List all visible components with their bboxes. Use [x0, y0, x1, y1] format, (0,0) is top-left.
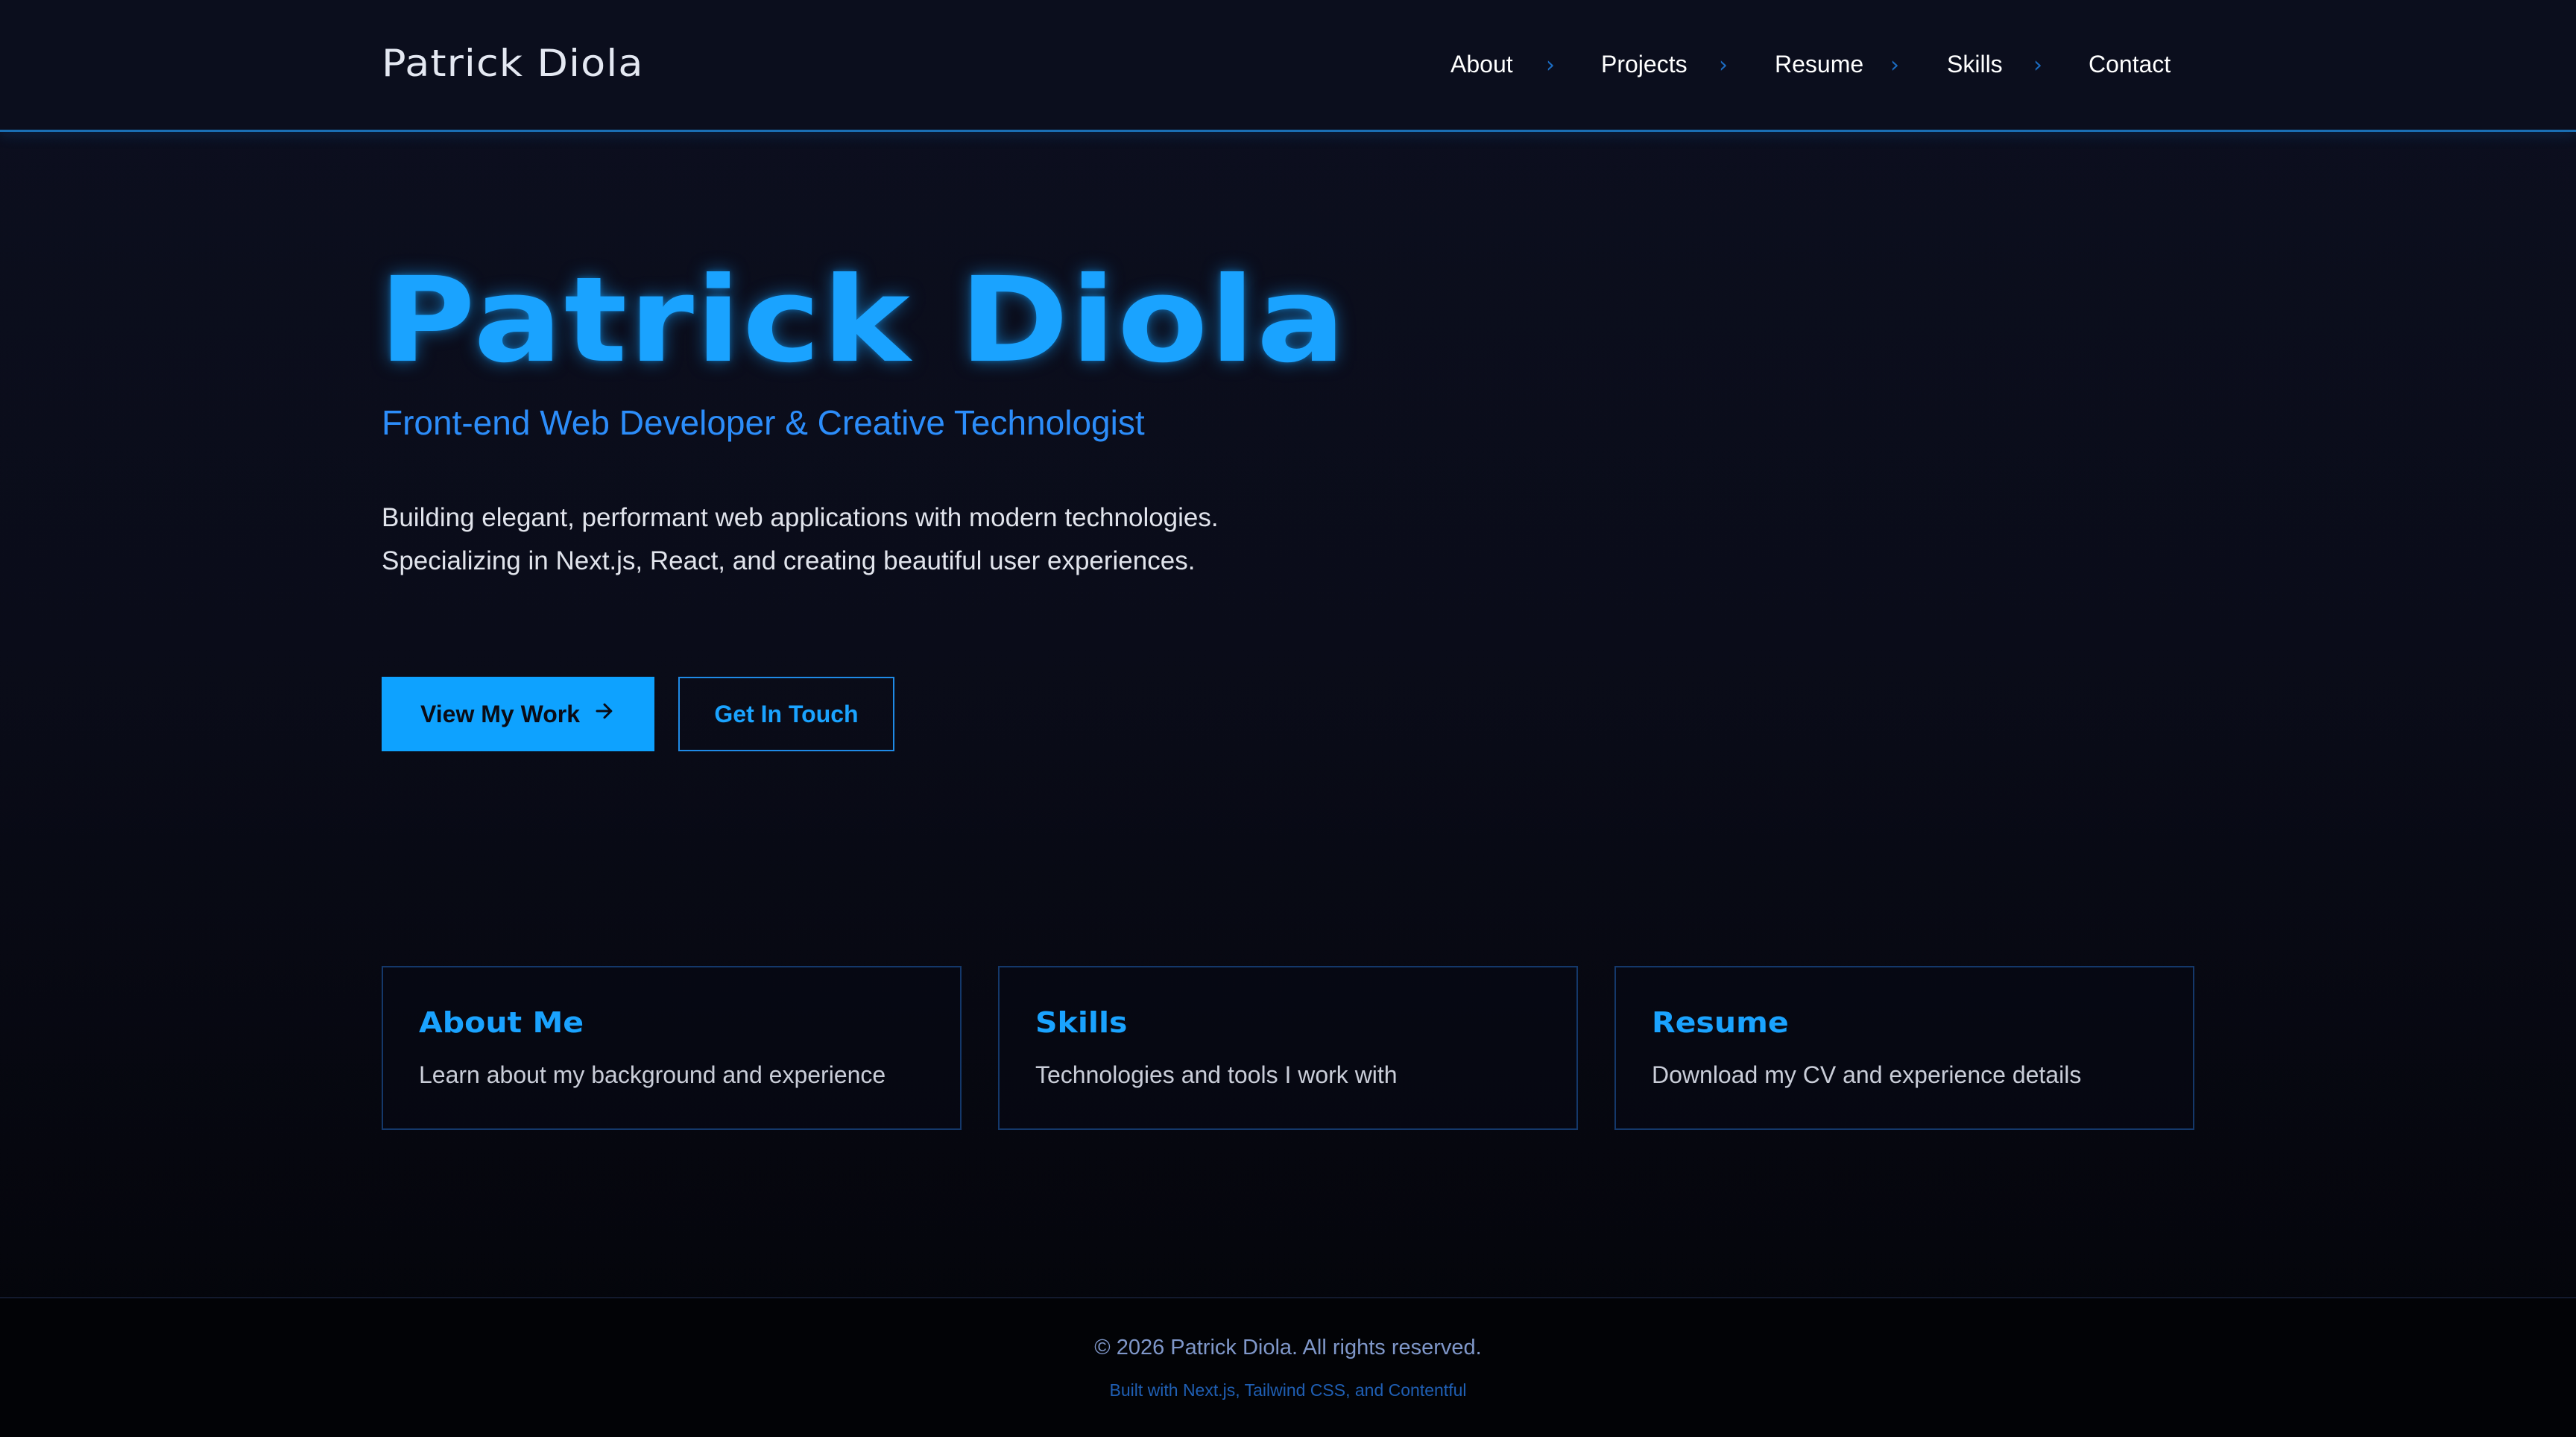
card-description: Learn about my background and experience — [419, 1061, 886, 1088]
card-skills[interactable]: Skills Technologies and tools I work wit… — [998, 966, 1578, 1130]
get-in-touch-label: Get In Touch — [714, 700, 859, 727]
chevron-right-icon: › — [1546, 52, 1555, 78]
card-title: Resume — [1652, 1006, 1789, 1039]
hero-title: Patrick Diola — [379, 252, 1348, 389]
get-in-touch-button[interactable]: Get In Touch — [678, 677, 894, 751]
card-description: Technologies and tools I work with — [1035, 1061, 1398, 1088]
site-header: Patrick Diola About › Projects › Resume … — [0, 0, 2576, 132]
view-my-work-button[interactable]: View My Work — [382, 677, 654, 751]
nav-resume[interactable]: Resume — [1775, 51, 1863, 78]
hero-description: Building elegant, performant web applica… — [382, 496, 1351, 583]
card-about-me[interactable]: About Me Learn about my background and e… — [382, 966, 962, 1130]
card-description: Download my CV and experience details — [1652, 1061, 2082, 1088]
chevron-right-icon: › — [1719, 52, 1728, 78]
site-footer: © 2026 Patrick Diola. All rights reserve… — [0, 1297, 2576, 1437]
footer-built-with: Built with Next.js, Tailwind CSS, and Co… — [1109, 1380, 1467, 1400]
main-nav: About › Projects › Resume › Skills › Con… — [0, 0, 2576, 130]
chevron-right-icon: › — [2033, 52, 2042, 78]
nav-skills[interactable]: Skills — [1947, 51, 2003, 78]
chevron-right-icon: › — [1890, 52, 1899, 78]
hero-description-line: Building elegant, performant web applica… — [382, 503, 1219, 532]
hero-description-line: Specializing in Next.js, React, and crea… — [382, 546, 1196, 575]
nav-contact[interactable]: Contact — [2089, 51, 2171, 78]
view-my-work-label: View My Work — [420, 700, 580, 727]
nav-about[interactable]: About — [1450, 51, 1513, 78]
card-title: About Me — [419, 1006, 584, 1039]
hero-subtitle: Front-end Web Developer & Creative Techn… — [382, 403, 1145, 442]
card-resume[interactable]: Resume Download my CV and experience det… — [1614, 966, 2194, 1130]
nav-projects[interactable]: Projects — [1601, 51, 1688, 78]
footer-copyright: © 2026 Patrick Diola. All rights reserve… — [1094, 1336, 1482, 1359]
arrow-right-icon — [593, 699, 616, 729]
card-title: Skills — [1035, 1006, 1128, 1039]
